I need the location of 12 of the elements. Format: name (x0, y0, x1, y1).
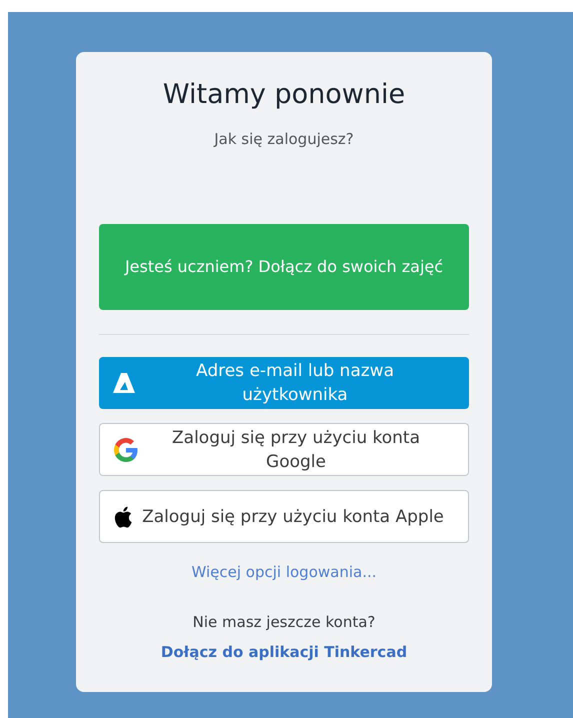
login-option-button[interactable]: Zaloguj się przy użyciu konta Apple (99, 490, 469, 543)
card-subtitle: Jak się zalogujesz? (214, 130, 354, 148)
card-title: Witamy ponownie (162, 78, 406, 112)
no-account-text: Nie masz jeszcze konta? (192, 613, 376, 631)
login-option-button[interactable]: Adres e-mail lub nazwa użytkownika (99, 357, 469, 409)
more-options-link[interactable]: Więcej opcji logowania... (191, 563, 377, 581)
login-option-button[interactable]: Zaloguj się przy użyciu konta Google (99, 423, 469, 476)
join-link[interactable]: Dołącz do aplikacji Tinkercad (160, 643, 408, 661)
apple-logo-icon (114, 506, 132, 528)
google-g-icon (114, 438, 138, 462)
student-join-button[interactable]: Jesteś uczniem? Dołącz do swoich zajęć (99, 224, 469, 310)
letter-a-logo-icon (113, 373, 135, 393)
